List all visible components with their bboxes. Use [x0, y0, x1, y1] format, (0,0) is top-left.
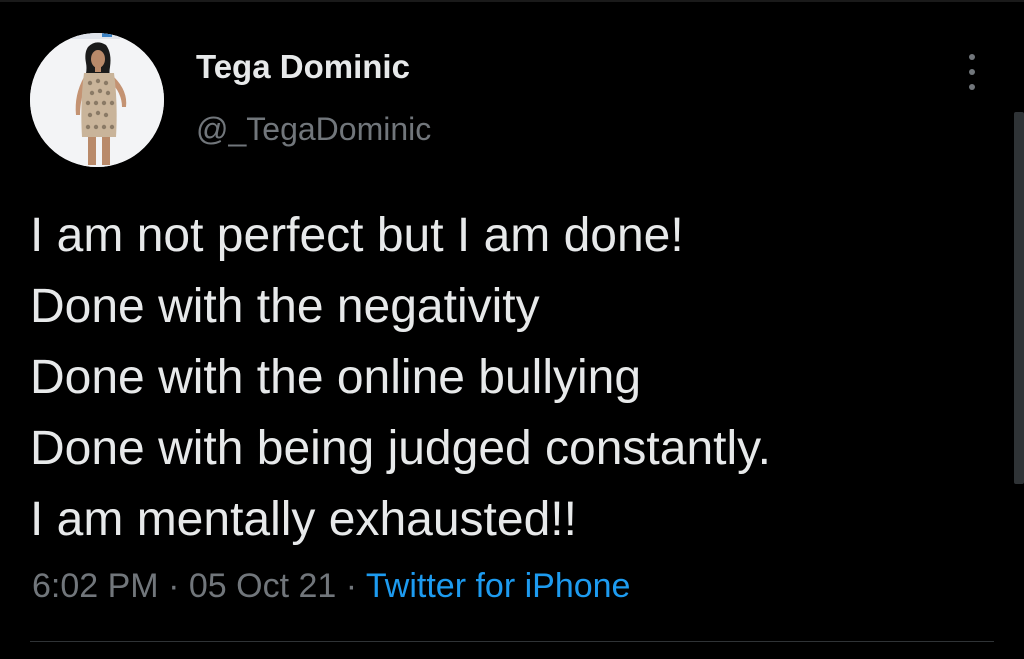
scrollbar[interactable]: [1014, 112, 1024, 484]
tweet-line: Done with being judged constantly.: [30, 422, 771, 475]
meta-separator: ·: [345, 567, 358, 605]
tweet-card: Tega Dominic @_TegaDominic I am not perf…: [0, 0, 1024, 659]
bottom-divider: [30, 641, 994, 642]
more-options-button[interactable]: [956, 54, 988, 90]
more-options-icon: [969, 54, 975, 60]
tweet-line: I am mentally exhausted!!: [30, 493, 577, 546]
avatar[interactable]: [30, 33, 164, 167]
avatar-photo: [30, 33, 164, 167]
user-handle[interactable]: @_TegaDominic: [196, 111, 431, 148]
meta-separator: ·: [168, 567, 180, 605]
top-divider: [0, 0, 1024, 2]
tweet-line: Done with the online bullying: [30, 351, 642, 404]
display-name[interactable]: Tega Dominic: [196, 48, 410, 86]
tweet-line: I am not perfect but I am done!: [30, 209, 684, 262]
tweet-date[interactable]: 05 Oct 21: [189, 567, 336, 605]
more-options-icon: [969, 69, 975, 75]
tweet-text: I am not perfect but I am done! Done wit…: [30, 200, 990, 555]
tweet-source-link[interactable]: Twitter for iPhone: [366, 567, 631, 605]
tweet-time[interactable]: 6:02 PM: [32, 567, 159, 605]
more-options-icon: [969, 84, 975, 90]
tweet-line: Done with the negativity: [30, 280, 540, 333]
tweet-meta: 6:02 PM · 05 Oct 21 · Twitter for iPhone: [32, 567, 630, 606]
